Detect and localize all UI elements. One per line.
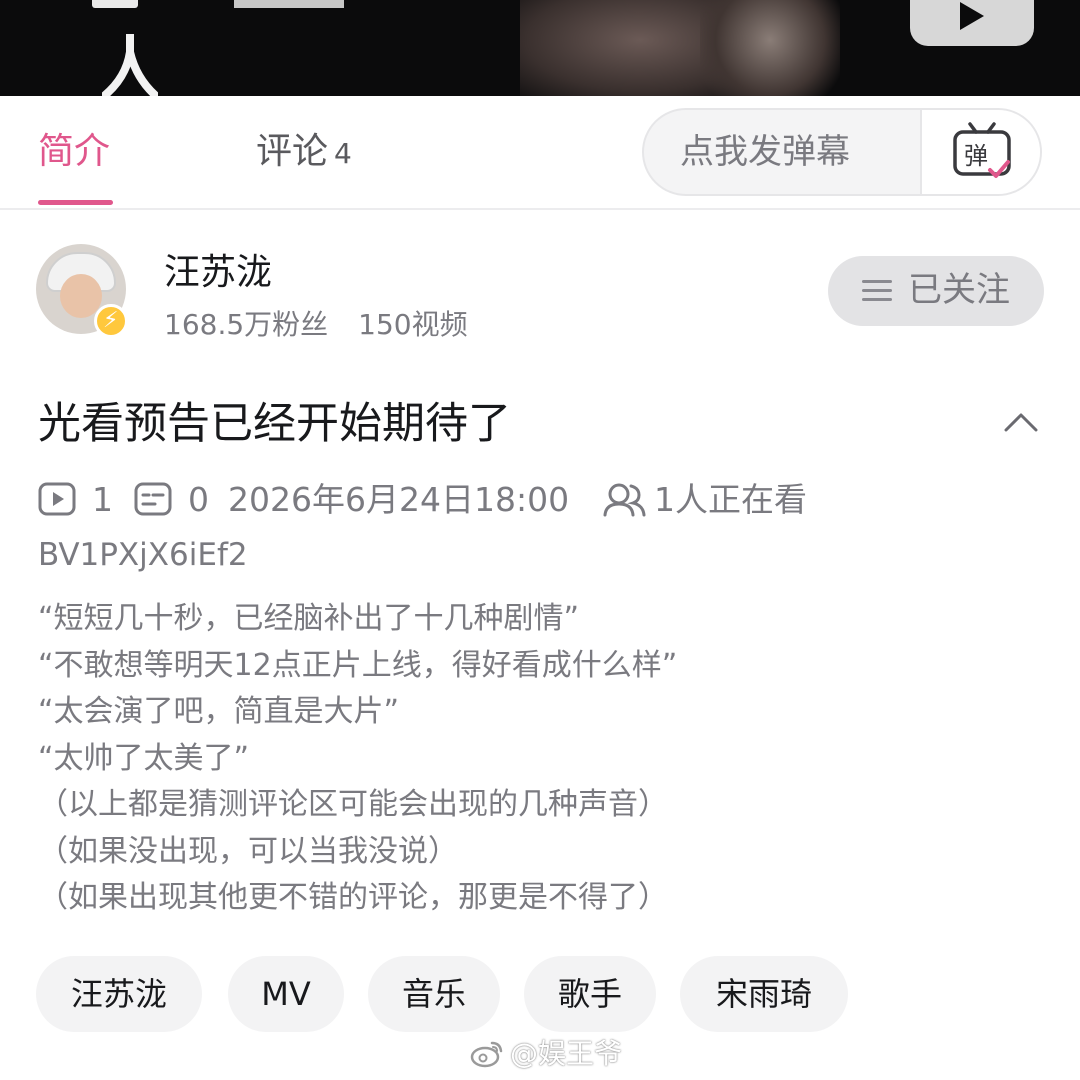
video-description: “短短几十秒，已经脑补出了十几种剧情” “不敢想等明天12点正片上线，得好看成什… [38, 596, 1038, 922]
description-line: “太帅了太美了” [38, 740, 250, 776]
uploader-stats: 168.5万粉丝 150视频 [164, 308, 468, 342]
play-button[interactable] [910, 0, 1034, 46]
tab-comments-label: 评论 [256, 131, 329, 172]
tab-active-indicator [38, 200, 113, 205]
tab-intro[interactable]: 简介 [38, 131, 113, 205]
description-line: （如果没出现，可以当我没说） [38, 833, 458, 869]
danmaku-count: 0 [188, 480, 209, 519]
publish-datetime: 2026年6月24日18:00 [228, 480, 570, 519]
play-count: 1 [92, 480, 113, 519]
description-line: “不敢想等明天12点正片上线，得好看成什么样” [38, 647, 678, 683]
video-frame-highlight-2 [700, 0, 840, 96]
weibo-logo-icon [470, 1041, 503, 1068]
description-line: （如果出现其他更不错的评论，那更是不得了） [38, 880, 668, 915]
play-icon [38, 482, 76, 516]
people-icon [603, 483, 646, 517]
comments-count: 4 [334, 137, 352, 170]
video-title: 光看预告已经开始期待了 [38, 399, 511, 449]
chevron-up-icon[interactable] [1004, 406, 1038, 440]
watermark-text: @娱王爷 [510, 1037, 623, 1070]
video-count: 150视频 [358, 308, 468, 341]
tag-chip[interactable]: 音乐 [368, 956, 500, 1032]
video-caption-fragment [92, 0, 138, 8]
description-line: “太会演了吧，简直是大片” [38, 694, 400, 729]
tab-intro-label: 简介 [38, 131, 111, 172]
danmaku-toggle-button[interactable]: 弹 [922, 110, 1040, 194]
watching-count: 1人正在看 [654, 480, 807, 519]
video-bvid[interactable]: BV1PXjX6iEf2 [38, 535, 248, 575]
lightning-badge-icon: ⚡ [94, 304, 128, 338]
follower-count: 168.5万粉丝 [164, 308, 329, 341]
followed-label: 已关注 [908, 270, 1010, 310]
tag-chip[interactable]: 宋雨琦 [680, 956, 848, 1032]
description-line: “短短几十秒，已经脑补出了十几种剧情” [38, 601, 580, 636]
tab-comments[interactable]: 评论 4 [256, 132, 352, 174]
danmaku-input[interactable]: 点我发弹幕 [680, 132, 850, 172]
danmaku-bar: 点我发弹幕 弹 [642, 108, 1042, 196]
tag-chip[interactable]: MV [228, 956, 344, 1032]
tv-danmaku-icon: 弹 [953, 122, 1011, 178]
video-caption-fragment-2 [234, 0, 344, 8]
followed-button[interactable]: 已关注 [828, 256, 1044, 326]
menu-icon [862, 280, 892, 302]
uploader-row: ⚡ 汪苏泷 168.5万粉丝 150视频 已关注 [0, 212, 1080, 372]
video-title-glyph [102, 34, 158, 96]
uploader-name[interactable]: 汪苏泷 [164, 252, 272, 294]
tag-chip[interactable]: 汪苏泷 [36, 956, 202, 1032]
description-line: （以上都是猜测评论区可能会出现的几种声音） [38, 787, 668, 822]
video-player-preview[interactable] [0, 0, 1080, 96]
tab-bar: 简介 评论 4 点我发弹幕 弹 [0, 96, 1080, 210]
svg-text:弹: 弹 [964, 142, 988, 170]
play-icon [960, 2, 984, 30]
danmaku-list-icon [134, 482, 172, 516]
tag-chip[interactable]: 歌手 [524, 956, 656, 1032]
